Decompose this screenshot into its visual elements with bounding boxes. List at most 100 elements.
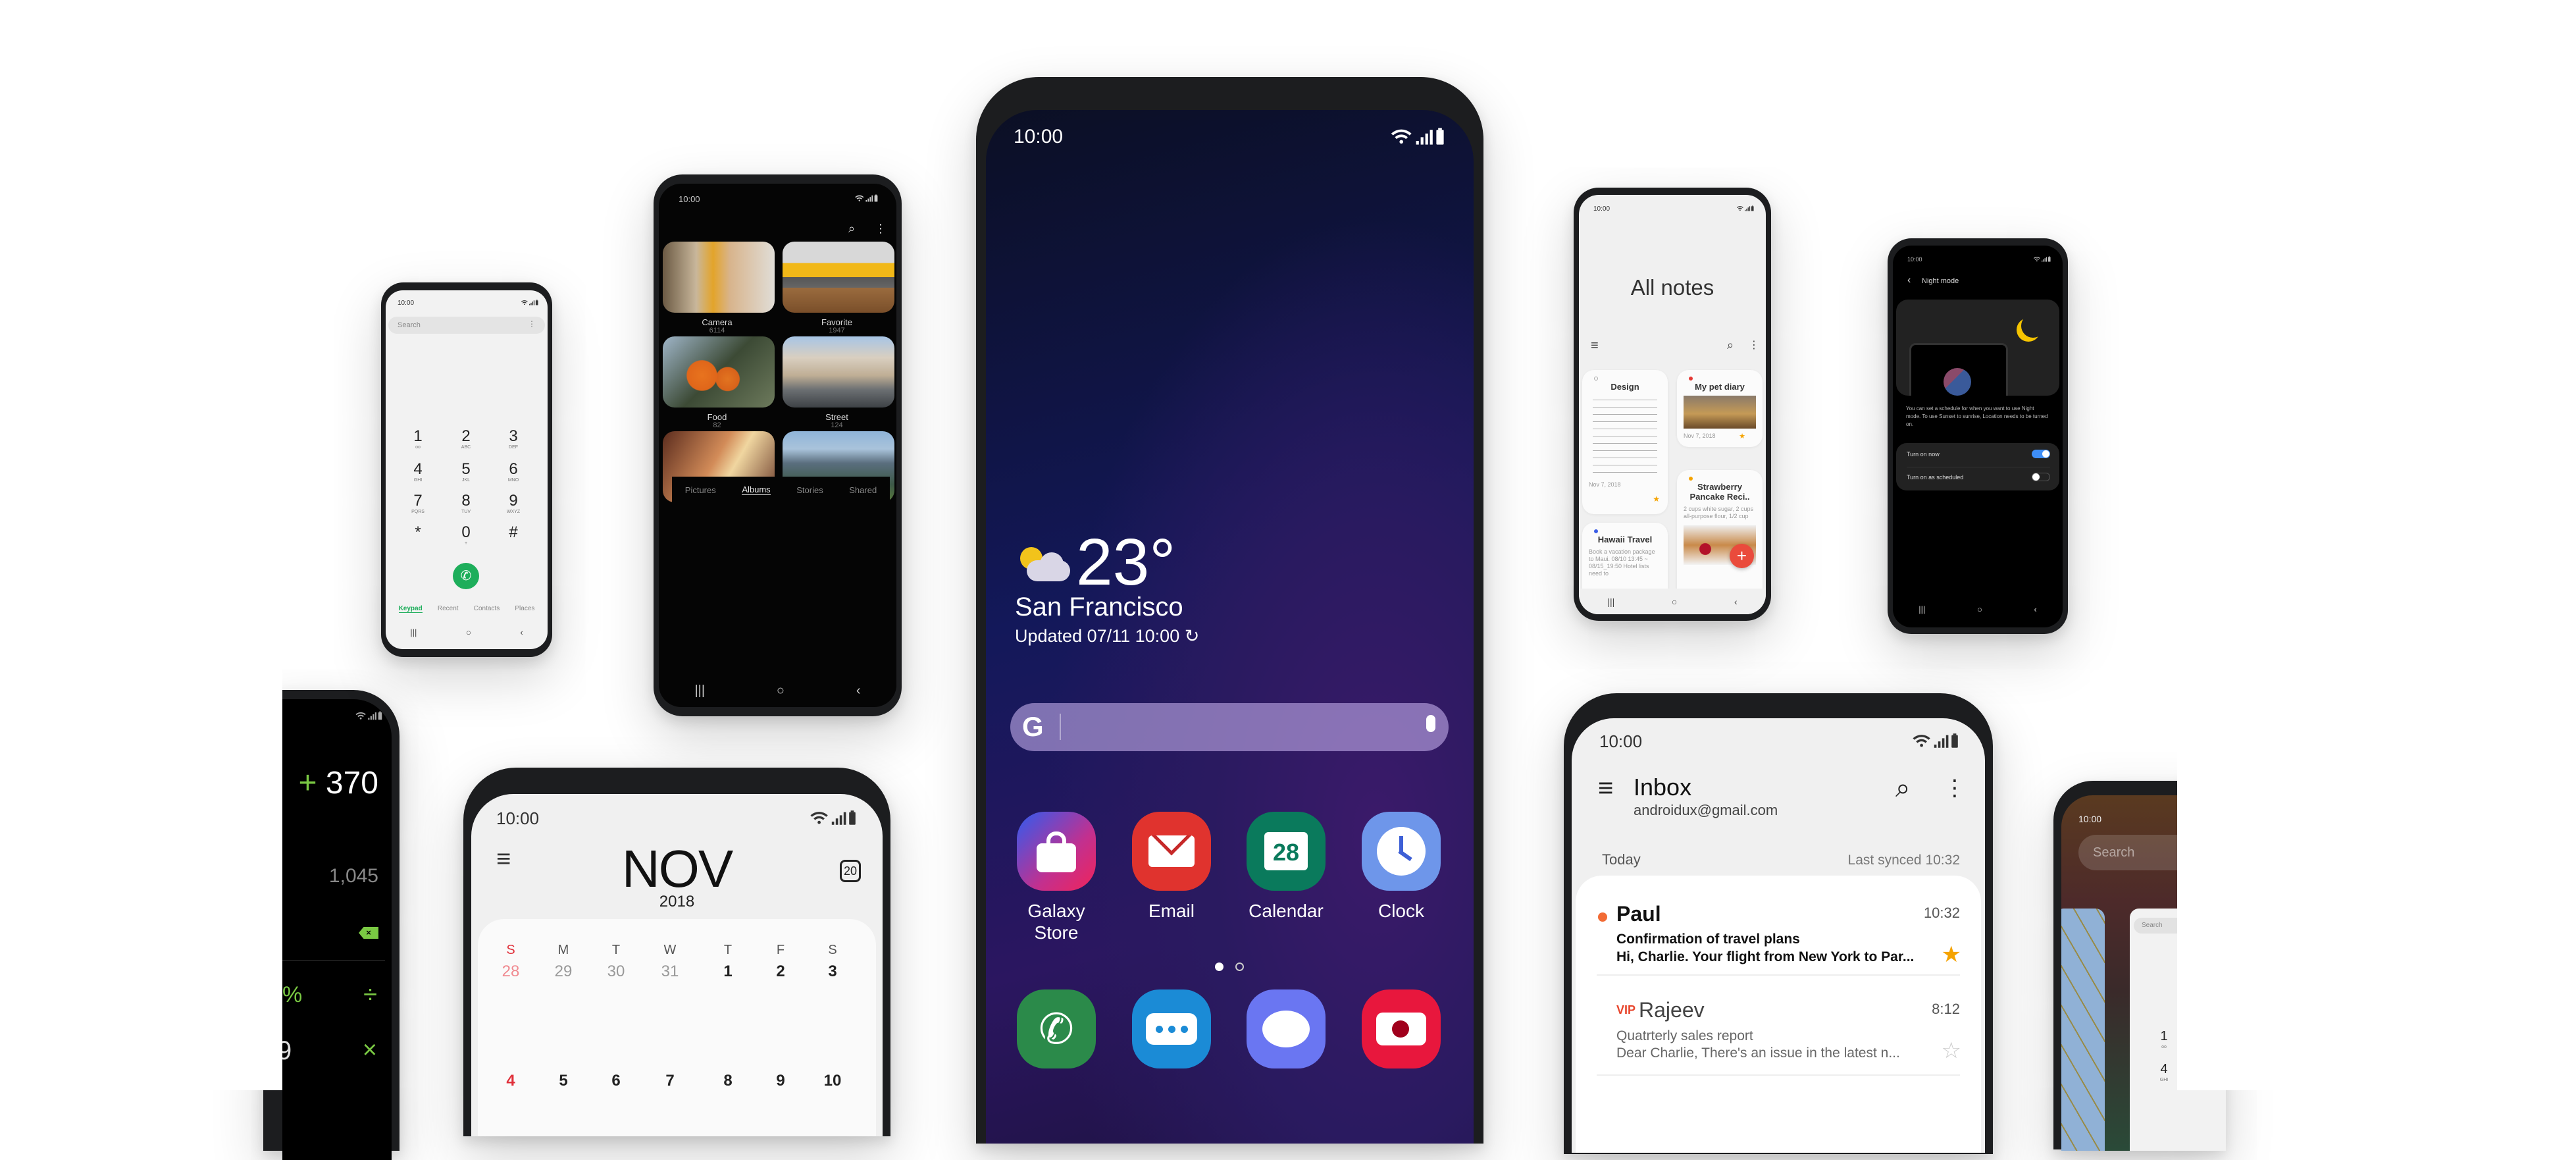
calendar-day[interactable]: 5 xyxy=(547,1072,580,1090)
tab-shared[interactable]: Shared xyxy=(849,485,877,495)
key-9[interactable]: 9 xyxy=(282,1036,292,1066)
battery-icon xyxy=(1436,128,1444,145)
dock-app-phone[interactable]: ✆ xyxy=(1017,989,1096,1068)
tab-recent[interactable]: Recent xyxy=(438,605,459,613)
more-options-icon[interactable]: ⋮ xyxy=(528,319,536,329)
tab-albums[interactable]: Albums xyxy=(742,485,771,495)
note-card-pet-diary[interactable]: My pet diary Nov 7, 2018 ★ xyxy=(1677,370,1763,447)
dial-key[interactable]: 5 JKL xyxy=(446,461,486,483)
home-button[interactable]: ○ xyxy=(1672,596,1677,607)
album-street[interactable] xyxy=(783,336,894,408)
recents-button[interactable]: ||| xyxy=(1607,596,1614,607)
dial-key[interactable]: # xyxy=(494,525,533,540)
refresh-icon[interactable]: ↻ xyxy=(1185,626,1200,646)
home-button[interactable]: ○ xyxy=(466,627,471,637)
app-email[interactable]: Email xyxy=(1122,812,1221,922)
star-icon-filled[interactable]: ★ xyxy=(1942,941,1961,968)
tab-contacts[interactable]: Contacts xyxy=(474,605,500,613)
page-dot[interactable] xyxy=(1235,962,1244,971)
calendar-day[interactable]: 7 xyxy=(654,1072,686,1090)
page-dot-active[interactable] xyxy=(1215,962,1224,971)
dial-key[interactable]: 4 GHI xyxy=(398,461,438,483)
google-search-bar[interactable]: G xyxy=(1010,703,1449,751)
back-button[interactable]: ‹ xyxy=(856,683,861,699)
dial-key[interactable]: 1 oo xyxy=(398,429,438,450)
dial-key[interactable]: 2 ABC xyxy=(446,429,486,450)
recents-button[interactable]: ||| xyxy=(694,683,705,699)
dial-key[interactable]: * xyxy=(398,525,438,540)
album-food[interactable] xyxy=(663,336,775,408)
calendar-day[interactable]: 10 xyxy=(816,1072,849,1090)
note-card-design[interactable]: Design Nov 7, 2018 ★ xyxy=(1582,370,1668,514)
calendar-day[interactable]: 29 xyxy=(547,962,580,981)
dial-key[interactable]: 0 + xyxy=(446,525,486,546)
call-button[interactable]: ✆ xyxy=(453,563,479,589)
more-options-icon[interactable]: ⋮ xyxy=(1749,338,1759,352)
dial-key[interactable]: 9 WXYZ xyxy=(494,493,533,515)
add-note-button[interactable]: + xyxy=(1730,544,1754,568)
back-button[interactable]: ‹ xyxy=(2034,604,2036,614)
maps-app-card[interactable] xyxy=(2061,909,2105,1151)
back-button[interactable]: ‹ xyxy=(520,627,523,637)
album-camera[interactable] xyxy=(663,242,775,313)
key-divide[interactable]: ÷ xyxy=(363,981,377,1009)
section-header: Today xyxy=(1602,851,1641,868)
app-clock[interactable]: Clock xyxy=(1352,812,1451,922)
search-icon[interactable]: ⌕ xyxy=(848,222,855,236)
turn-on-now-toggle[interactable] xyxy=(2032,450,2050,458)
calendar-day[interactable]: 6 xyxy=(600,1072,632,1090)
home-button[interactable]: ○ xyxy=(1977,604,1982,614)
search-icon[interactable]: ⌕ xyxy=(1727,338,1734,352)
recents-button[interactable]: ||| xyxy=(1919,604,1925,614)
left-crop xyxy=(0,0,282,1090)
app-calendar[interactable]: 28 Calendar xyxy=(1237,812,1335,922)
calendar-day[interactable]: 1 xyxy=(711,962,744,981)
calendar-day[interactable]: 4 xyxy=(494,1072,527,1090)
tab-pictures[interactable]: Pictures xyxy=(685,485,716,495)
search-input[interactable]: Search ⋮ xyxy=(388,317,545,334)
microphone-icon[interactable] xyxy=(1426,715,1435,732)
calendar-day[interactable]: 31 xyxy=(654,962,686,981)
today-button[interactable]: 20 xyxy=(840,860,861,882)
search-input[interactable] xyxy=(1060,714,1402,740)
wifi-icon xyxy=(855,195,864,201)
album-favorite[interactable] xyxy=(783,242,894,313)
back-button[interactable]: ‹ xyxy=(1734,596,1738,607)
tab-keypad[interactable]: Keypad xyxy=(398,605,423,613)
message-row[interactable]: Paul 10:32 Confirmation of travel plans … xyxy=(1576,876,1981,974)
back-icon[interactable]: ‹ xyxy=(1907,275,1911,286)
calendar-day[interactable]: 2 xyxy=(764,962,797,981)
app-galaxy-store[interactable]: Galaxy Store xyxy=(1007,812,1106,943)
key-multiply[interactable]: × xyxy=(363,1036,377,1065)
calendar-day[interactable]: 3 xyxy=(816,962,849,981)
more-options-icon[interactable]: ⋮ xyxy=(1944,775,1966,801)
search-icon[interactable]: ⌕ xyxy=(1895,774,1910,803)
calendar-day[interactable]: 8 xyxy=(711,1072,744,1090)
star-icon[interactable]: ★ xyxy=(1653,494,1660,504)
menu-icon[interactable]: ≡ xyxy=(1591,338,1599,354)
dial-key[interactable]: 7 PQRS xyxy=(398,493,438,515)
dial-key[interactable]: 8 TUV xyxy=(446,493,486,515)
dial-key[interactable]: 6 MNO xyxy=(494,461,533,483)
tab-stories[interactable]: Stories xyxy=(796,485,823,495)
calendar-icon: 28 xyxy=(1247,812,1326,891)
backspace-icon[interactable]: × xyxy=(359,927,378,939)
star-icon-outline[interactable]: ☆ xyxy=(1942,1038,1961,1064)
calendar-day[interactable]: 9 xyxy=(764,1072,797,1090)
star-icon[interactable]: ★ xyxy=(1739,432,1745,440)
more-options-icon[interactable]: ⋮ xyxy=(875,222,887,236)
tab-places[interactable]: Places xyxy=(515,605,534,613)
calendar-day[interactable]: 28 xyxy=(494,962,527,981)
message-row[interactable]: VIP Rajeev 8:12 Quatrterly sales report … xyxy=(1576,976,1981,1074)
dock-app-bixby[interactable] xyxy=(1247,989,1326,1068)
calendar-day[interactable]: 30 xyxy=(600,962,632,981)
dial-key[interactable]: 3 DEF xyxy=(494,429,533,450)
home-button[interactable]: ○ xyxy=(777,683,785,699)
dock-app-camera[interactable] xyxy=(1362,989,1441,1068)
recents-button[interactable]: ||| xyxy=(410,627,417,637)
dial-digit: 0 xyxy=(461,523,471,541)
dock-app-messages[interactable] xyxy=(1132,989,1211,1068)
menu-icon[interactable]: ≡ xyxy=(1598,774,1613,803)
key-percent[interactable]: % xyxy=(282,982,302,1008)
turn-on-scheduled-toggle[interactable] xyxy=(2032,473,2050,481)
